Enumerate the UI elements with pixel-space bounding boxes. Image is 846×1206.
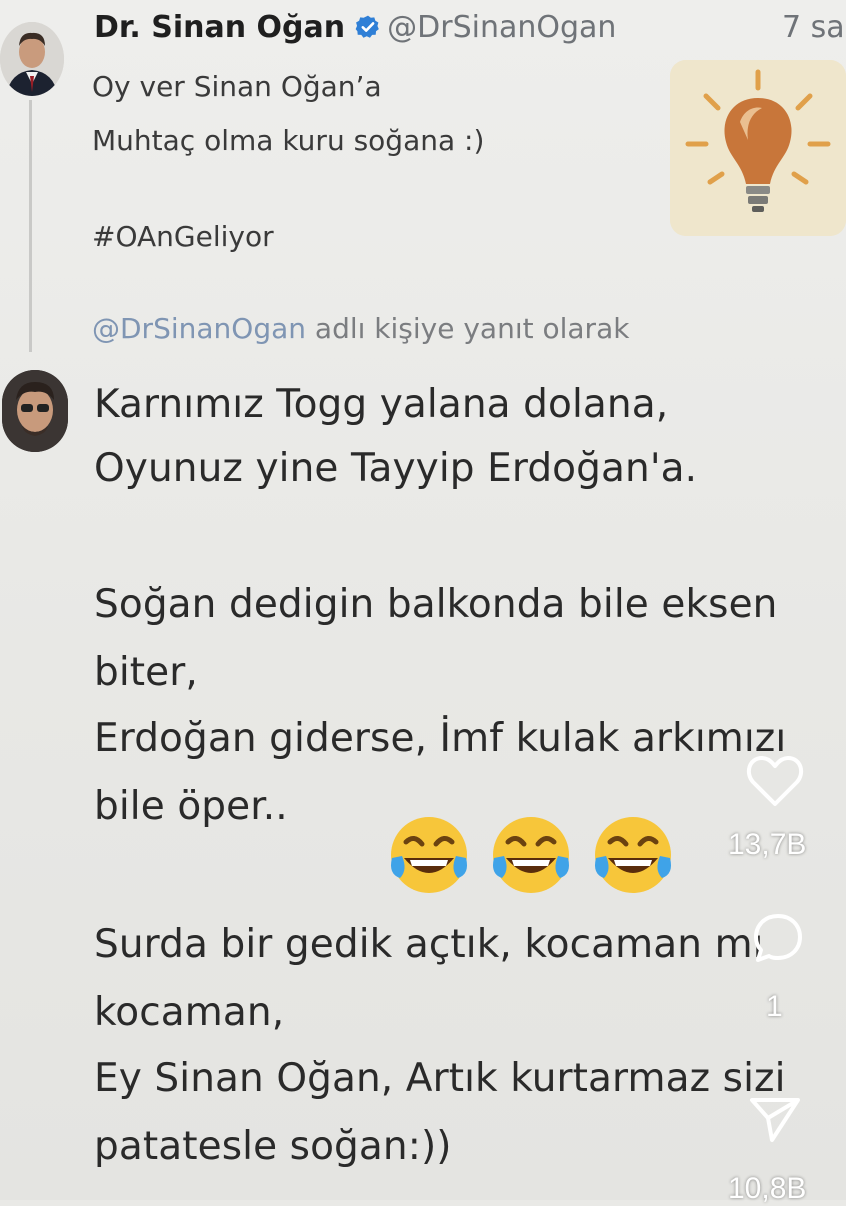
mention-link[interactable]: @DrSinanOgan [92, 312, 306, 345]
verified-badge-icon [355, 15, 379, 38]
face-with-tears-of-joy-icon [493, 817, 569, 893]
like-count: 13,7B [728, 828, 807, 861]
reply-text-line: biter, [94, 650, 198, 695]
reply-context-label: adlı kişiye yanıt olarak [314, 312, 630, 345]
reply-avatar[interactable] [2, 370, 68, 452]
heart-icon[interactable] [746, 754, 804, 808]
tweet-time[interactable]: 7 sa [782, 10, 845, 45]
reply-text-line: patatesle soğan:)) [94, 1124, 452, 1169]
tweet-text-line: Oy ver Sinan Oğan’a [92, 70, 382, 103]
lightbulb-icon [670, 60, 846, 236]
reply-text-line: Soğan dedigin balkonda bile eksen [94, 582, 778, 627]
face-with-tears-of-joy-icon [595, 817, 671, 893]
author-handle[interactable]: @DrSinanOgan [387, 10, 616, 45]
tweet-text-line: Muhtaç olma kuru soğana :) [92, 124, 485, 157]
share-count: 10,8B [728, 1172, 807, 1205]
emoji-row [386, 812, 676, 898]
face-with-tears-of-joy-icon [391, 817, 467, 893]
reply-text-line: kocaman, [94, 990, 285, 1035]
reply-text-line: Erdoğan giderse, İmf kulak arkımızı [94, 716, 787, 761]
author-avatar[interactable] [0, 22, 64, 96]
reply-text-line: Ey Sinan Oğan, Artık kurtarmaz sizi [94, 1056, 786, 1101]
comment-icon[interactable] [752, 912, 804, 964]
reply-text-line: Karnımız Togg yalana dolana, [94, 382, 669, 427]
reply-context: @DrSinanOgan adlı kişiye yanıt olarak [92, 312, 629, 345]
send-icon[interactable] [748, 1094, 802, 1144]
thread-line [29, 100, 32, 352]
tweet-media-lightbulb[interactable] [670, 60, 846, 236]
author-name[interactable]: Dr. Sinan Oğan [94, 10, 345, 45]
reply-text-line: Oyunuz yine Tayyip Erdoğan'a. [94, 446, 698, 491]
hashtag[interactable]: #OAnGeliyor [92, 220, 274, 253]
comment-count: 1 [766, 990, 783, 1023]
reply-text-line: bile öper.. [94, 784, 288, 829]
tweet-header: Dr. Sinan Oğan @DrSinanOgan [94, 10, 616, 45]
reply-text-line: Surda bir gedik açtık, kocaman mı [94, 922, 764, 967]
